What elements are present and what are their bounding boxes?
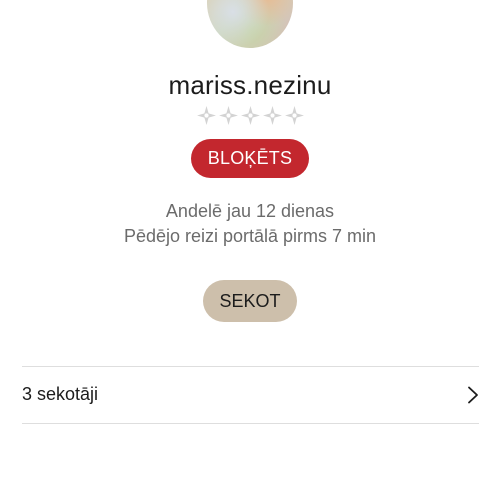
last-seen-text: Pēdējo reizi portālā pirms 7 min <box>123 226 377 246</box>
blocked-status-badge: BLOĶĒTS <box>191 139 309 178</box>
rating-star-icon <box>284 105 305 126</box>
profile-username: mariss.nezinu <box>168 70 332 100</box>
followers-label: 3 sekotāji <box>22 384 99 404</box>
rating-star-icon <box>218 105 239 126</box>
followers-row[interactable]: 3 sekotāji <box>22 367 479 423</box>
divider <box>22 423 479 424</box>
follow-button[interactable]: SEKOT <box>203 280 297 322</box>
chevron-right-icon <box>467 386 479 404</box>
rating-star-icon <box>240 105 261 126</box>
rating-star-icon <box>196 105 217 126</box>
rating-stars <box>0 105 500 126</box>
avatar <box>207 0 293 48</box>
rating-star-icon <box>262 105 283 126</box>
selling-since-text: Andelē jau 12 dienas <box>165 201 335 221</box>
